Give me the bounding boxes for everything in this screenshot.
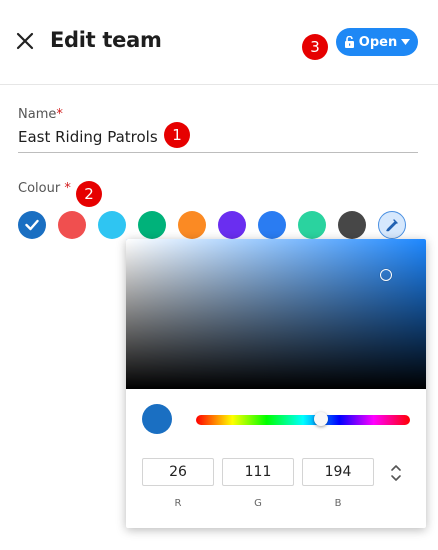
open-status-button[interactable]: Open [336, 28, 418, 56]
chevron-down-icon [401, 39, 411, 45]
colour-swatch-9[interactable] [338, 211, 366, 239]
colour-swatch-4[interactable] [138, 211, 166, 239]
unlock-icon [344, 36, 354, 48]
green-label: G [254, 498, 262, 509]
up-down-chevron-icon [391, 465, 401, 481]
colour-required-mark: * [64, 181, 71, 196]
blue-input[interactable] [302, 458, 374, 486]
colour-swatch-2[interactable] [58, 211, 86, 239]
blue-label: B [334, 498, 342, 509]
custom-colour-button[interactable] [378, 211, 406, 239]
red-label: R [174, 498, 182, 509]
saturation-value-handle[interactable] [380, 269, 392, 281]
colour-mode-toggle[interactable] [388, 462, 404, 484]
colour-preview [142, 404, 172, 434]
step-badge-2: 2 [76, 181, 102, 207]
colour-label-text: Colour [18, 181, 61, 196]
colour-swatch-1[interactable] [18, 211, 46, 239]
colour-swatch-8[interactable] [298, 211, 326, 239]
colour-label: Colour * [18, 181, 71, 196]
step-badge-3: 3 [302, 34, 328, 60]
colour-swatch-7[interactable] [258, 211, 286, 239]
close-icon[interactable] [14, 30, 36, 52]
colour-swatch-5[interactable] [178, 211, 206, 239]
header-bar: Edit team 3 Open [0, 0, 438, 85]
colour-swatch-6[interactable] [218, 211, 246, 239]
open-status-label: Open [358, 34, 398, 50]
check-icon [25, 219, 39, 231]
name-input-underline [18, 152, 418, 153]
close-button[interactable] [14, 30, 36, 52]
name-input[interactable]: East Riding Patrols [18, 128, 158, 146]
name-label-text: Name [18, 107, 57, 122]
colour-swatch-3[interactable] [98, 211, 126, 239]
colour-picker-popover: R G B [126, 239, 426, 528]
green-input[interactable] [222, 458, 294, 486]
saturation-value-area[interactable] [126, 239, 426, 389]
eyedropper-icon [386, 219, 398, 232]
page-title: Edit team [50, 28, 162, 52]
name-required-mark: * [56, 107, 63, 122]
name-label: Name* [18, 107, 63, 122]
hue-slider[interactable] [196, 412, 410, 426]
hue-handle[interactable] [314, 412, 328, 426]
red-input[interactable] [142, 458, 214, 486]
step-badge-1: 1 [164, 122, 190, 148]
